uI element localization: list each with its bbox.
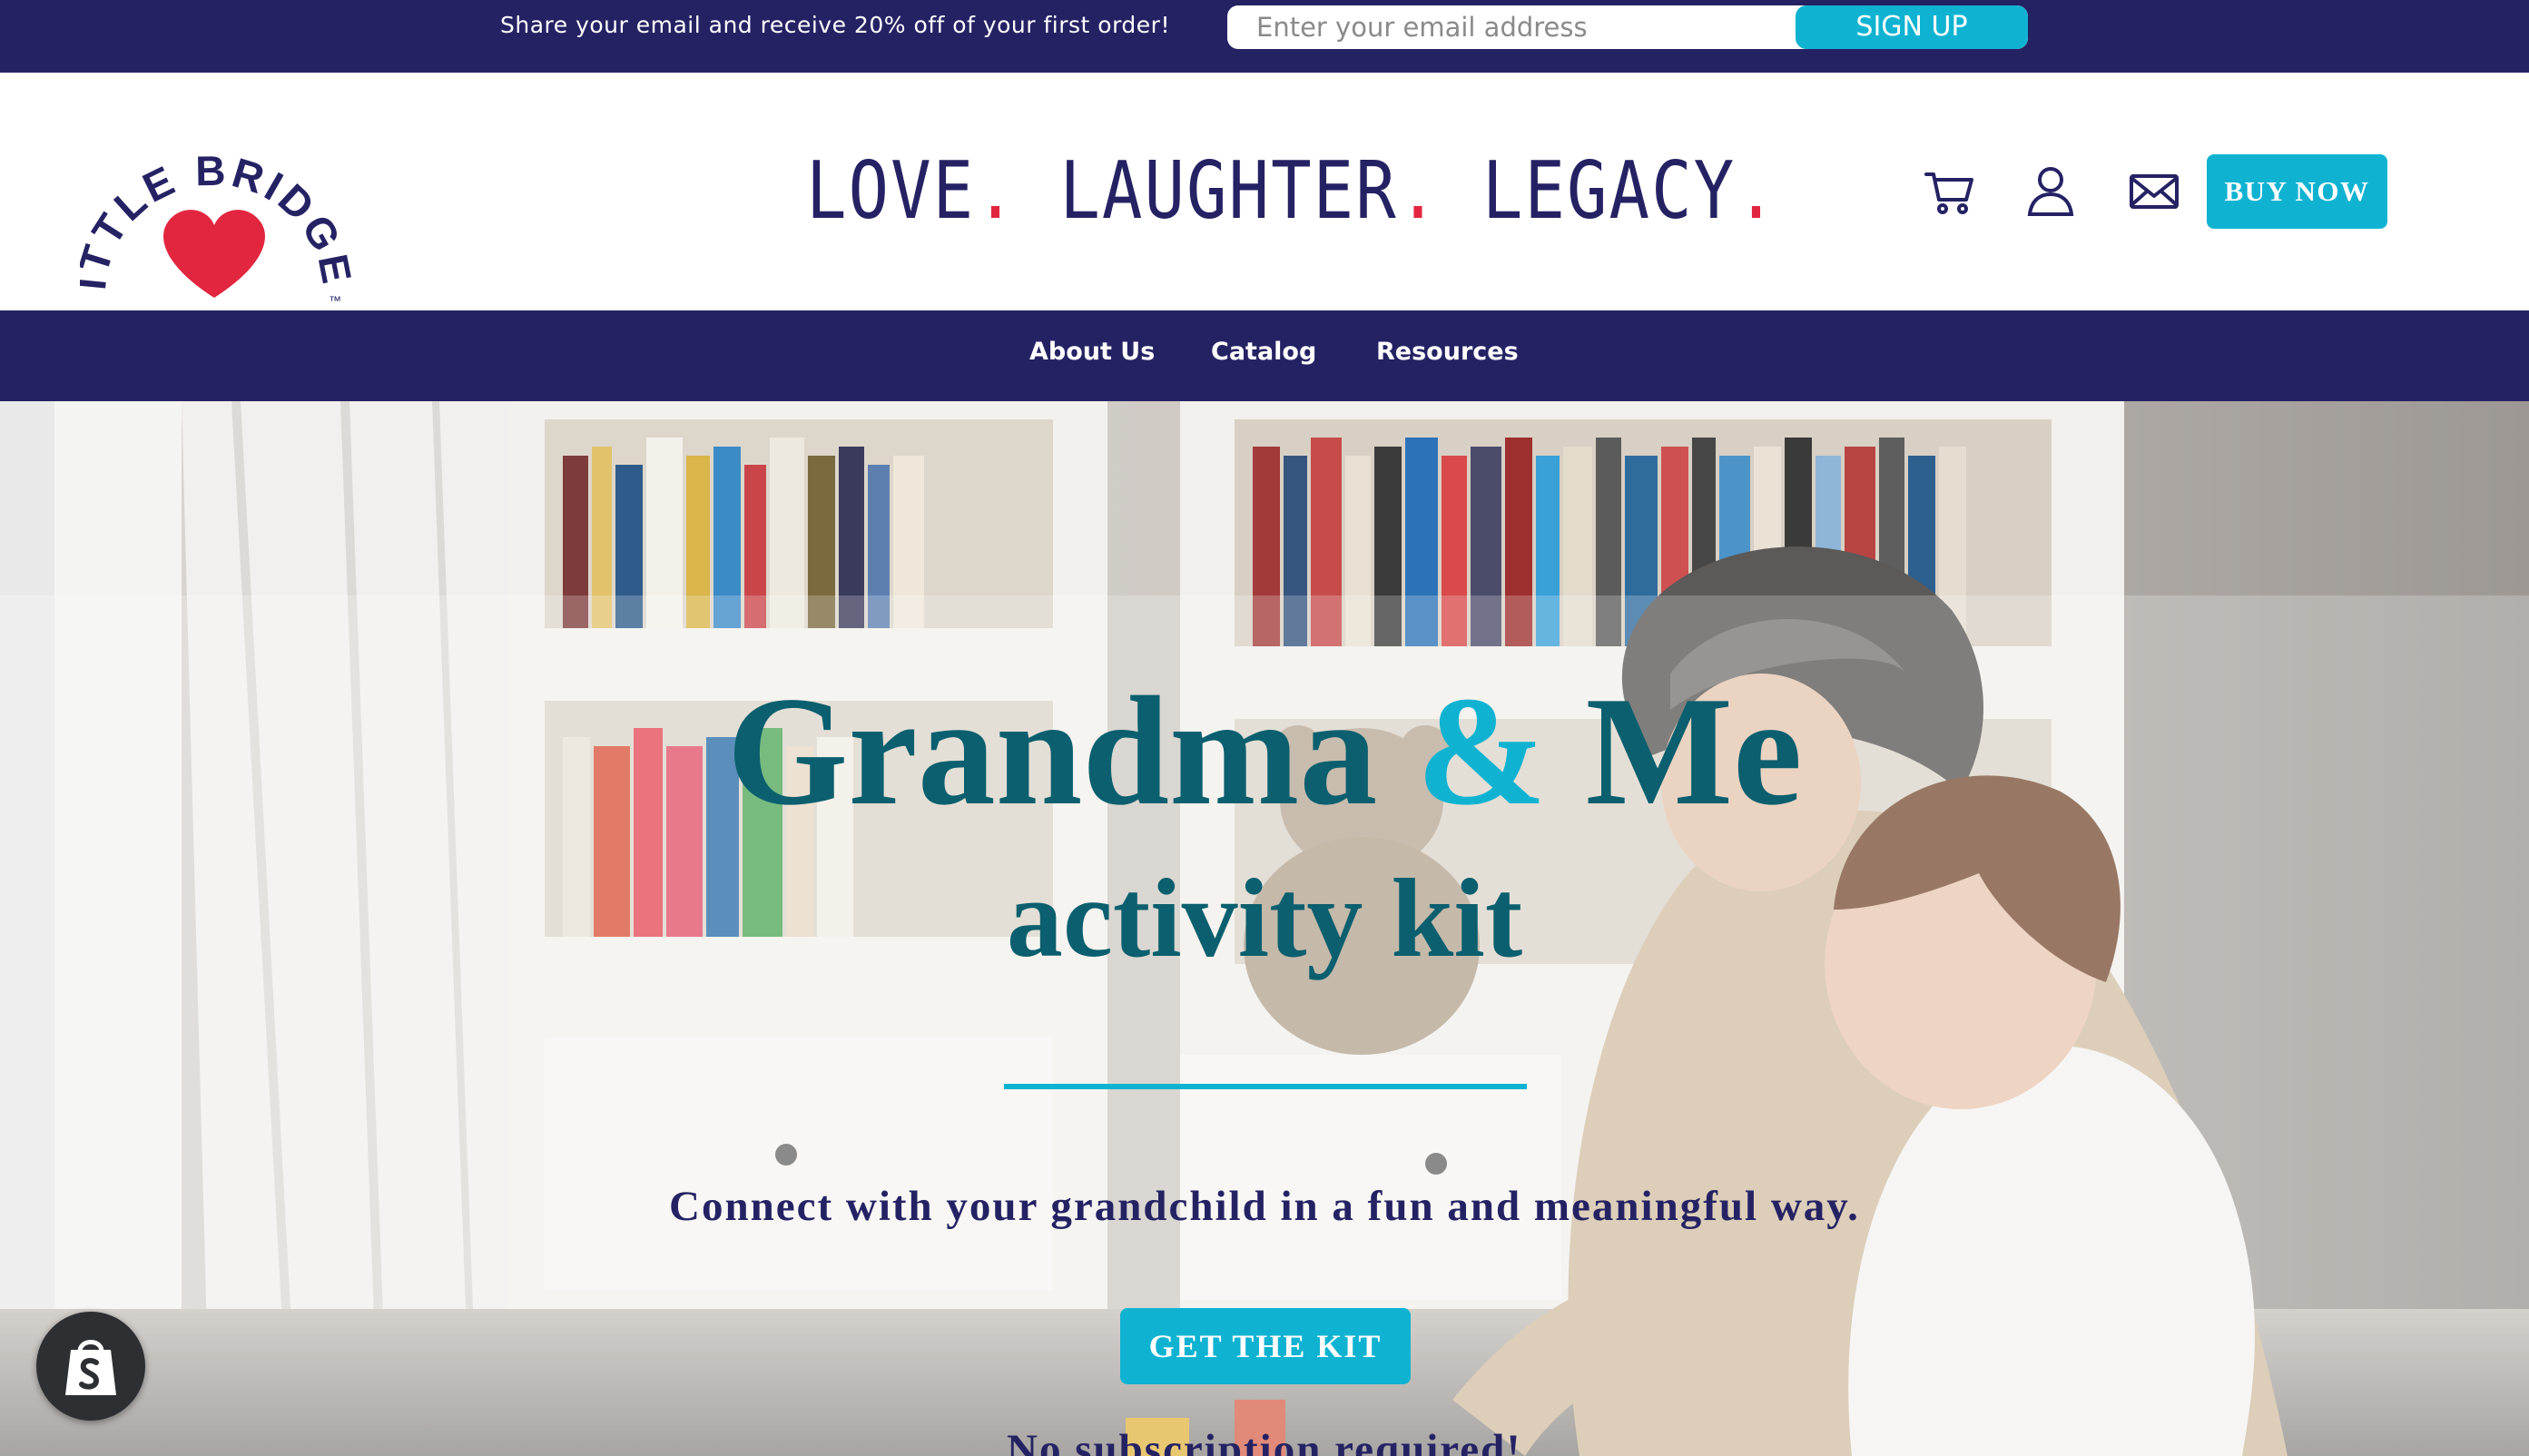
nav-item-catalog[interactable]: Catalog (1211, 338, 1316, 366)
hero-copy: Connect with your grandchild in a fun an… (669, 1183, 1860, 1230)
nav-item-about-us[interactable]: About Us (1029, 338, 1155, 366)
user-icon[interactable] (2022, 163, 2079, 220)
tagline-legacy: LEGACY (1481, 145, 1737, 238)
get-the-kit-button[interactable]: GET THE KIT (1120, 1308, 1411, 1384)
tagline-laughter: LAUGHTER (1059, 145, 1398, 238)
heart-icon (163, 210, 265, 298)
main-nav: About Us Catalog Resources (0, 310, 2529, 401)
buy-now-button[interactable]: BUY NOW (2207, 154, 2387, 229)
hero-title: Grandma & Me (0, 674, 2529, 830)
promo-text: Share your email and receive 20% off of … (500, 12, 1170, 38)
hero-title-grandma: Grandma (726, 665, 1378, 838)
announcement-bar: Share your email and receive 20% off of … (0, 0, 2529, 73)
shopify-chat-button[interactable] (36, 1312, 145, 1421)
tagline-dot: . (975, 145, 1018, 238)
cart-icon[interactable] (1923, 163, 1979, 220)
hero-note: No subscription required! (1007, 1426, 1522, 1456)
nav-item-resources[interactable]: Resources (1376, 338, 1519, 366)
email-input[interactable] (1227, 5, 1796, 49)
shopify-bag-icon (65, 1340, 116, 1395)
hero-title-ampersand: & (1416, 665, 1547, 838)
tagline-dot: . (1736, 145, 1778, 238)
newsletter-form: SIGN UP (1227, 5, 2028, 49)
hero-divider (1004, 1084, 1527, 1089)
mail-icon[interactable] (2126, 163, 2182, 220)
signup-button[interactable]: SIGN UP (1796, 5, 2028, 49)
tagline: LOVE. LAUGHTER. LEGACY. (806, 145, 1778, 252)
logo-trademark: ™ (329, 293, 341, 308)
hero-banner: Grandma & Me activity kit Connect with y… (0, 401, 2529, 1456)
tagline-love: LOVE (806, 145, 976, 238)
hero-subtitle: activity kit (1006, 856, 1523, 980)
tagline-dot: . (1397, 145, 1441, 238)
hero-title-me: Me (1585, 665, 1803, 838)
site-header: LITTLE BRIDGES ™ LOVE. LAUGHTER. LEGACY.… (0, 73, 2529, 310)
